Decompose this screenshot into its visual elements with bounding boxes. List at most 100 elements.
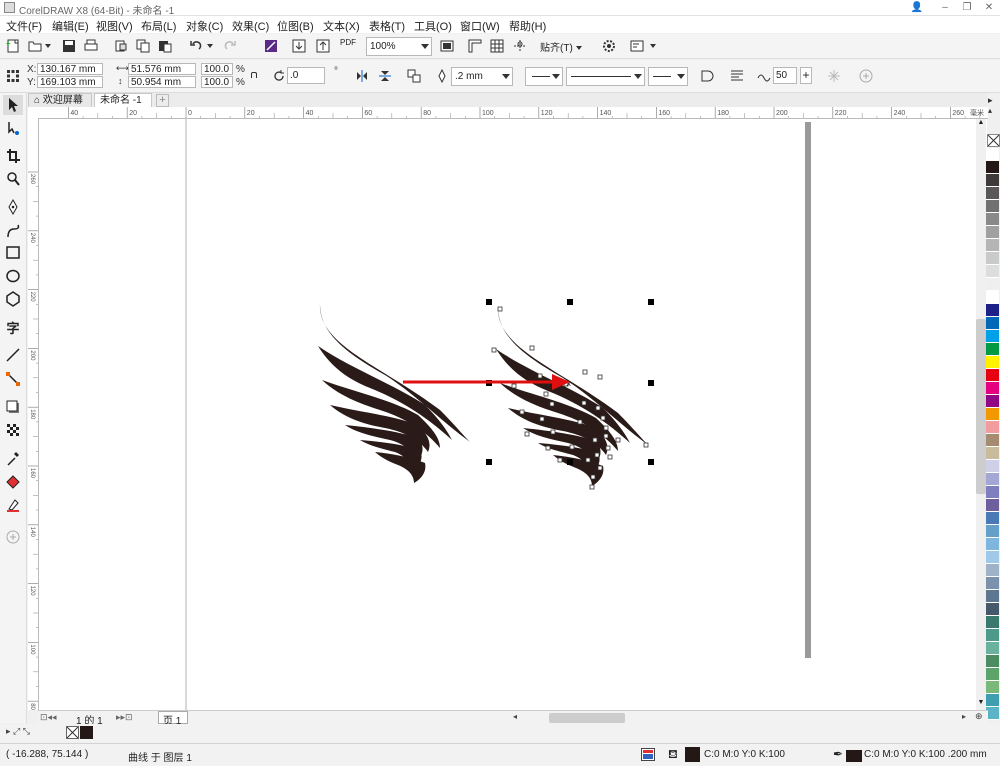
- paste-icon[interactable]: [156, 37, 174, 55]
- launcher-dropdown-icon[interactable]: [650, 44, 656, 48]
- color-swatch[interactable]: [986, 291, 999, 304]
- polygon-tool-icon[interactable]: [3, 289, 23, 309]
- handle-bottom-right[interactable]: [648, 459, 654, 465]
- minimize-button[interactable]: –: [938, 1, 952, 14]
- curve-node[interactable]: [607, 454, 613, 460]
- end-arrowhead-combo[interactable]: [648, 67, 688, 86]
- scale-y-field[interactable]: 100.0: [201, 76, 233, 88]
- menu-bitmaps[interactable]: 位图(B): [277, 18, 314, 34]
- add-tool-icon[interactable]: [3, 527, 23, 547]
- color-swatch[interactable]: [986, 200, 999, 213]
- doc-palette-black-swatch[interactable]: [80, 726, 93, 739]
- color-swatch[interactable]: [986, 577, 999, 590]
- color-swatch[interactable]: [986, 564, 999, 577]
- open-dropdown-icon[interactable]: [45, 44, 51, 48]
- color-swatch[interactable]: [986, 213, 999, 226]
- menu-edit[interactable]: 编辑(E): [52, 18, 89, 34]
- snap-to-menu[interactable]: 贴齐(T): [540, 39, 596, 54]
- scale-x-field[interactable]: 100.0: [201, 63, 233, 75]
- eyedropper-tool-icon[interactable]: [3, 449, 23, 469]
- freehand-tool-icon[interactable]: [3, 197, 23, 217]
- interactive-fill-tool-icon[interactable]: [3, 472, 23, 492]
- page-first-icon[interactable]: ⊡◂◂: [40, 712, 57, 723]
- page-last-icon[interactable]: ▸▸⊡: [116, 712, 133, 723]
- curve-node[interactable]: [590, 474, 596, 480]
- full-screen-preview-icon[interactable]: [438, 37, 456, 55]
- rectangle-tool-icon[interactable]: [3, 243, 23, 263]
- color-swatch[interactable]: [986, 343, 999, 356]
- curve-node[interactable]: [543, 391, 549, 397]
- curve-node[interactable]: [569, 444, 575, 450]
- handle-top-left[interactable]: [486, 299, 492, 305]
- vertical-scrollbar[interactable]: ▲ ▼: [976, 119, 986, 710]
- zoom-tool-icon[interactable]: [3, 169, 23, 189]
- handle-top-right[interactable]: [648, 299, 654, 305]
- menu-object[interactable]: 对象(C): [186, 18, 223, 34]
- curve-node[interactable]: [537, 373, 543, 379]
- save-icon[interactable]: [60, 37, 78, 55]
- add-toolbar-icon[interactable]: [857, 67, 875, 85]
- width-field[interactable]: 51.576 mm: [128, 63, 196, 75]
- artistic-media-tool-icon[interactable]: [3, 221, 23, 241]
- ellipse-tool-icon[interactable]: [3, 266, 23, 286]
- menu-file[interactable]: 文件(F): [6, 18, 42, 34]
- horizontal-scroll-thumb[interactable]: [549, 713, 625, 723]
- color-swatch[interactable]: [986, 434, 999, 447]
- curve-node[interactable]: [529, 345, 535, 351]
- undo-icon[interactable]: [186, 37, 204, 55]
- color-swatch[interactable]: [986, 512, 999, 525]
- text-wrap-icon[interactable]: [728, 67, 746, 85]
- connector-tool-icon[interactable]: [3, 369, 23, 389]
- redo-icon[interactable]: [222, 37, 240, 55]
- mirror-horizontal-icon[interactable]: [353, 67, 371, 85]
- curve-node[interactable]: [594, 452, 600, 458]
- color-palette[interactable]: [986, 148, 1000, 723]
- zoom-level-combo[interactable]: 100%: [366, 37, 432, 56]
- doc-palette-none-swatch[interactable]: [66, 726, 79, 739]
- tab-page-1[interactable]: 页 1: [158, 711, 188, 727]
- curve-node[interactable]: [545, 445, 551, 451]
- publish-pdf-icon[interactable]: PDF: [340, 38, 356, 47]
- color-swatch[interactable]: [986, 408, 999, 421]
- quick-trace-icon[interactable]: [405, 67, 423, 85]
- color-swatch[interactable]: [986, 330, 999, 343]
- doc-palette-arrows[interactable]: ▸ ⤢ ⤡: [6, 726, 30, 737]
- menu-view[interactable]: 视图(V): [96, 18, 133, 34]
- outline-color-swatch[interactable]: [846, 750, 862, 762]
- color-swatch[interactable]: [986, 395, 999, 408]
- curve-node[interactable]: [603, 433, 609, 439]
- color-swatch[interactable]: [986, 668, 999, 681]
- fill-color-swatch[interactable]: [685, 747, 700, 762]
- parallel-dimension-tool-icon[interactable]: [3, 345, 23, 365]
- height-field[interactable]: 50.954 mm: [128, 76, 196, 88]
- smooth-value-field[interactable]: 50: [773, 67, 797, 84]
- crop-tool-icon[interactable]: [3, 146, 23, 166]
- color-swatch[interactable]: [986, 447, 999, 460]
- curve-node[interactable]: [550, 429, 556, 435]
- close-curve-icon[interactable]: [698, 67, 716, 85]
- show-grid-icon[interactable]: [488, 37, 506, 55]
- export-icon[interactable]: [314, 37, 332, 55]
- curve-node[interactable]: [585, 457, 591, 463]
- color-swatch[interactable]: [986, 174, 999, 187]
- color-swatch[interactable]: [986, 148, 999, 161]
- color-swatch[interactable]: [986, 278, 999, 291]
- color-swatch[interactable]: [986, 551, 999, 564]
- curve-node[interactable]: [589, 484, 595, 490]
- horizontal-ruler[interactable]: 40 20 0 20 40 60 80 100 120 140 160 180 200 220 240 260…: [38, 107, 988, 119]
- menu-layout[interactable]: 布局(L): [141, 18, 176, 34]
- scroll-up-icon[interactable]: ▲: [976, 119, 986, 129]
- color-swatch[interactable]: [986, 226, 999, 239]
- color-swatch[interactable]: [986, 252, 999, 265]
- color-swatch[interactable]: [986, 694, 999, 707]
- curve-node[interactable]: [643, 442, 649, 448]
- curve-node[interactable]: [511, 383, 517, 389]
- color-swatch[interactable]: [986, 499, 999, 512]
- menu-help[interactable]: 帮助(H): [509, 18, 546, 34]
- color-swatch[interactable]: [986, 317, 999, 330]
- options-gear-icon[interactable]: [600, 37, 618, 55]
- scroll-left-icon[interactable]: ◂: [513, 712, 517, 721]
- outline-width-combo[interactable]: .2 mm: [451, 67, 513, 86]
- curve-node[interactable]: [549, 401, 555, 407]
- wing-original[interactable]: [318, 304, 470, 483]
